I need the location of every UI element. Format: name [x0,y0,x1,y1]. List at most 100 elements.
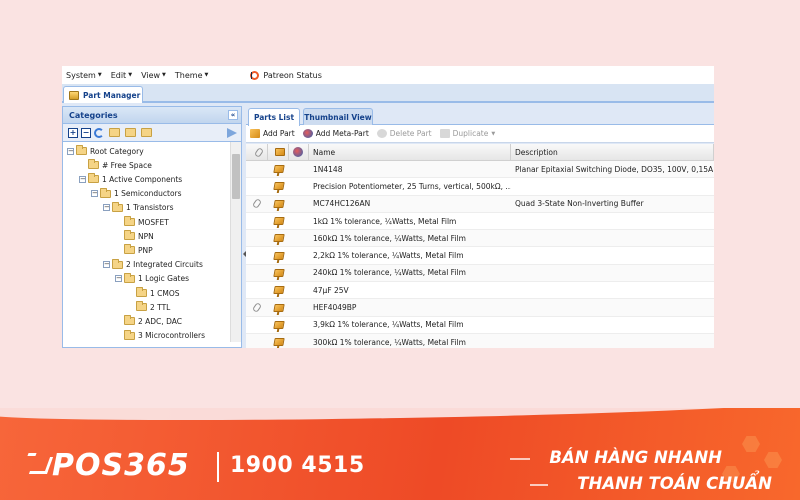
delete-category-icon[interactable] [141,128,152,137]
header-name[interactable]: Name [309,144,511,160]
tree-node[interactable]: 2 ADC, DAC [115,314,182,328]
collapse-panel-button[interactable]: « [228,110,238,120]
collapse-toggle-icon[interactable]: − [67,147,74,155]
tree-scrollbar[interactable] [230,142,241,342]
table-row[interactable]: 2,2kΩ 1% tolerance, ¼Watts, Metal Film [246,247,714,265]
tree-node[interactable]: − 1 Semiconductors [91,187,182,201]
table-row[interactable]: HEF4049BP [246,299,714,317]
collapse-toggle-icon[interactable]: − [103,204,110,212]
collapse-all-icon[interactable]: − [81,127,91,138]
collapse-toggle-icon[interactable]: − [79,175,86,183]
collapse-toggle-icon[interactable]: − [91,190,98,198]
folder-icon [112,201,123,212]
tab-thumbnail-view[interactable]: Thumbnail View [303,108,373,125]
tree-node[interactable]: − 1 Logic Gates [115,272,189,286]
tree-node[interactable]: 2 TTL [127,300,170,314]
table-row[interactable]: 160kΩ 1% tolerance, ¼Watts, Metal Film [246,230,714,248]
part-name-cell: 1N4148 [313,164,343,174]
footprint-icon [272,251,285,260]
tab-parts-list[interactable]: Parts List [248,108,300,126]
table-row[interactable]: 1N4148 Planar Epitaxial Switching Diode, … [246,161,714,179]
attachment-cell [246,302,268,313]
collapse-toggle-icon[interactable]: − [115,275,122,283]
expand-all-icon[interactable]: + [68,127,78,138]
add-meta-part-button[interactable]: Add Meta-Part [302,129,369,138]
footprint-cell [268,303,289,312]
part-description-cell: Planar Epitaxial Switching Diode, DO35, … [515,164,714,174]
refresh-icon[interactable] [94,127,104,138]
edit-category-icon[interactable] [125,128,136,137]
footprint-icon [275,148,285,156]
tree-node[interactable]: − 1 Active Components [79,172,182,186]
add-part-button[interactable]: Add Part [250,129,295,138]
tree-node[interactable]: − Root Category [67,144,144,158]
part-name-cell: 3,9kΩ 1% tolerance, ¼Watts, Metal Film [313,320,464,330]
tree-node-label: 1 Logic Gates [138,274,190,284]
patreon-status-button[interactable]: Patreon Status [250,70,322,80]
header-footprint[interactable] [268,144,289,160]
tree-node[interactable]: 3 Microcontrollers [115,329,205,342]
tree-node[interactable]: PNP [115,243,153,257]
folder-icon [100,187,111,198]
footprint-icon [272,320,285,329]
footprint-cell [268,251,289,260]
folder-icon [112,258,123,269]
hexagon-decoration [764,452,782,468]
caret-down-icon: ▼ [491,130,496,137]
add-part-icon [250,129,260,138]
header-description[interactable]: Description [511,144,714,160]
part-name-cell: 2,2kΩ 1% tolerance, ¼Watts, Metal Film [313,251,464,261]
table-row[interactable]: MC74HC126AN Quad 3-State Non-Inverting Bu… [246,195,714,213]
tree-node-label: 2 TTL [150,302,171,312]
hotline-number: 1900 4515 [230,453,365,478]
footprint-cell [268,234,289,243]
tree-scrollbar-thumb[interactable] [232,154,240,199]
tree-node[interactable]: # Free Space [79,158,152,172]
table-row[interactable]: 3,9kΩ 1% tolerance, ¼Watts, Metal Film [246,317,714,334]
add-category-icon[interactable] [109,128,120,137]
footprint-icon [272,199,285,208]
caret-down-icon: ▼ [162,72,166,78]
footprint-icon [272,338,285,347]
table-row[interactable]: 47µF 25V [246,282,714,300]
patreon-icon [250,70,260,80]
delete-part-icon [376,129,387,138]
table-row[interactable]: 240kΩ 1% tolerance, ¼Watts, Metal Film [246,264,714,283]
part-name-cell: Precision Potentiometer, 25 Turns, verti… [313,181,511,191]
table-row[interactable]: Precision Potentiometer, 25 Turns, verti… [246,178,714,196]
categories-header: Categories « [63,107,241,124]
grid-header: Name Description [246,144,714,161]
hexagon-decoration [742,436,760,452]
tree-node-label: 2 ADC, DAC [138,316,182,326]
menu-theme[interactable]: Theme ▼ [175,71,208,80]
tree-node-label: PNP [138,245,153,255]
header-attachment[interactable] [246,144,268,160]
folder-icon [124,272,135,283]
table-row[interactable]: 1kΩ 1% tolerance, ¼Watts, Metal Film [246,213,714,231]
menu-system[interactable]: System ▼ [66,71,102,80]
tree-node-label: 1 Active Components [102,174,183,184]
menu-view[interactable]: View ▼ [141,71,166,80]
tree-node[interactable]: − 1 Transistors [103,201,174,215]
grid-rows: 1N4148 Planar Epitaxial Switching Diode, … [246,161,714,348]
tree-node-label: NPN [138,231,154,241]
tab-part-manager[interactable]: Part Manager [63,86,143,103]
tree-node[interactable]: 1 CMOS [127,286,180,300]
menu-edit[interactable]: Edit ▼ [111,71,132,80]
delete-part-button[interactable]: Delete Part [376,129,432,138]
footprint-cell [268,286,289,295]
tree-node-label: # Free Space [102,160,152,170]
tree-node[interactable]: NPN [115,229,154,243]
parts-tab-strip: Parts List Thumbnail View [246,106,714,126]
footprint-icon [272,234,285,243]
main-tab-strip: Part Manager [62,84,714,103]
tree-node[interactable]: − 2 Integrated Circuits [103,258,203,272]
footprint-cell [268,199,289,208]
header-meta[interactable] [289,144,309,160]
duplicate-button[interactable]: Duplicate ▼ [439,129,496,138]
collapse-toggle-icon[interactable]: − [103,261,110,269]
table-row[interactable]: 300kΩ 1% tolerance, ¼Watts, Metal Film [246,333,714,348]
tree-node[interactable]: MOSFET [115,215,169,229]
move-category-icon[interactable] [227,127,237,138]
promo-banner: POS365 1900 4515 BÁN HÀNG NHANH THANH TO… [0,408,800,500]
